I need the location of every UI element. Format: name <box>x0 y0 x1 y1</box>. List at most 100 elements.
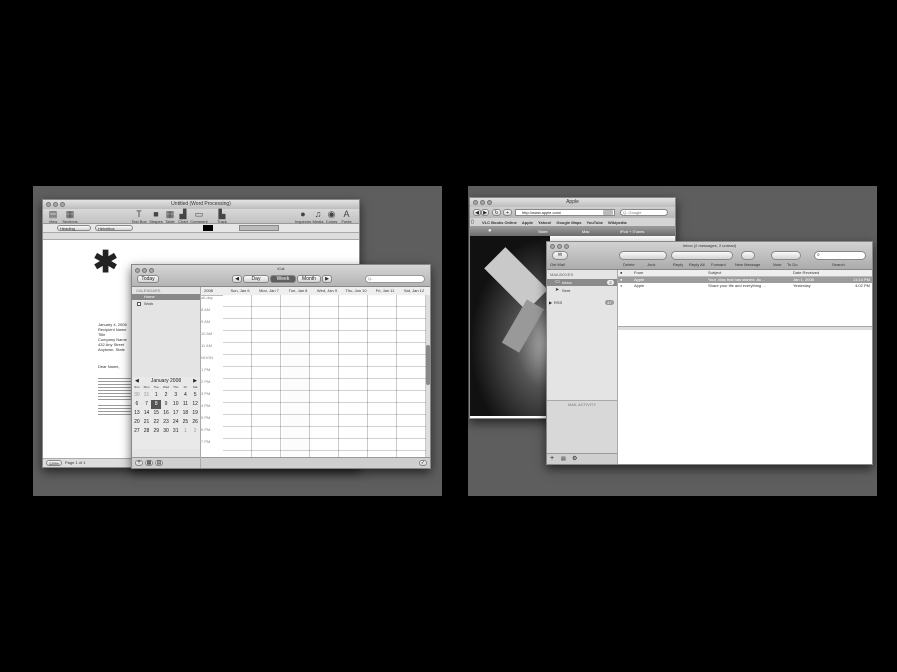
column-date-received[interactable]: Date Received <box>793 270 819 275</box>
mini-date[interactable]: 20 <box>132 418 142 427</box>
rss-group[interactable]: ▶ RSS 47 <box>547 299 617 306</box>
nav-mac[interactable]: Mac <box>582 229 590 234</box>
bookmark-vlc-books[interactable]: VLC Books Online <box>482 220 517 225</box>
mini-date[interactable]: 1 <box>151 391 161 400</box>
forward-icon[interactable]: ▶ <box>481 209 489 216</box>
nav-ipod-itunes[interactable]: iPod + iTunes <box>620 229 644 234</box>
new-message-label[interactable]: New Message <box>735 262 760 267</box>
mini-date[interactable]: 7 <box>142 400 152 409</box>
mini-date[interactable]: 26 <box>190 418 200 427</box>
colors-button[interactable]: ◉ Colors <box>325 210 338 225</box>
vertical-scrollbar[interactable] <box>426 295 430 458</box>
ical-search-field[interactable]: Q- <box>365 275 425 283</box>
mini-date[interactable]: 13 <box>132 409 142 418</box>
mini-date[interactable]: 11 <box>181 400 191 409</box>
zoom-icon[interactable] <box>60 202 65 207</box>
note-todo-group[interactable] <box>771 251 801 260</box>
close-icon[interactable] <box>473 200 478 205</box>
add-bookmark-icon[interactable]: + <box>503 209 512 216</box>
hour-grid[interactable] <box>223 295 426 458</box>
todo-label[interactable]: To Do <box>787 262 797 267</box>
day-header[interactable]: Sun, Jan 6 <box>225 288 255 293</box>
mini-date[interactable]: 15 <box>151 409 161 418</box>
zoom-select[interactable]: 125% <box>46 460 62 466</box>
previous-icon[interactable]: ◀ <box>232 275 242 283</box>
mini-date[interactable]: 6 <box>132 400 142 409</box>
paragraph-style-select[interactable]: Heading <box>57 225 91 231</box>
show-activity-icon[interactable]: ▤ <box>561 455 566 463</box>
notifications-icon[interactable]: ✓ <box>419 460 427 466</box>
forward-label[interactable]: Forward <box>711 262 726 267</box>
mini-date[interactable]: 12 <box>190 400 200 409</box>
mini-date[interactable]: 21 <box>142 418 152 427</box>
tab-month[interactable]: Month <box>297 275 321 283</box>
apple-logo-icon[interactable]: ● <box>488 228 492 234</box>
left-screen-thumbnail[interactable]: Untitled (Word Processing) ▤ View ▦ Sectio… <box>33 186 442 496</box>
mini-date[interactable]: 22 <box>151 418 161 427</box>
mini-date[interactable]: 2 <box>190 427 200 436</box>
reload-icon[interactable]: ↻ <box>492 209 501 216</box>
mini-date[interactable]: 16 <box>161 409 171 418</box>
column-subject[interactable]: Subject <box>708 270 721 275</box>
close-icon[interactable] <box>46 202 51 207</box>
sections-button[interactable]: ▦ Sections <box>61 210 79 225</box>
alignment-controls[interactable] <box>239 225 279 231</box>
mini-date[interactable]: 24 <box>171 418 181 427</box>
next-icon[interactable]: ▶ <box>322 275 332 283</box>
bookmark-youtube[interactable]: YouTube <box>587 220 604 225</box>
unread-column-icon[interactable]: ● <box>620 270 622 275</box>
minimize-icon[interactable] <box>53 202 58 207</box>
comment-button[interactable]: ▭ Comment <box>190 210 208 225</box>
bookmarks-icon[interactable]: ▯ <box>471 219 474 225</box>
day-header[interactable]: Thu, Jan 10 <box>341 288 371 293</box>
day-header[interactable]: Wed, Jan 9 <box>312 288 342 293</box>
mini-date[interactable]: 10 <box>171 400 181 409</box>
google-search-field[interactable]: Q- Google <box>620 209 668 216</box>
mini-date[interactable]: 31 <box>171 427 181 436</box>
mini-date[interactable]: 31 <box>142 391 152 400</box>
media-button[interactable]: ♫ Media <box>312 210 324 225</box>
message-row[interactable]: ● Apple Share your life and everything …… <box>618 283 872 289</box>
font-select[interactable]: Helvetica <box>95 225 133 231</box>
nav-store[interactable]: Store <box>538 229 548 234</box>
zoom-icon[interactable] <box>487 200 492 205</box>
text-box-button[interactable]: T Text Box <box>131 210 147 225</box>
mini-next-icon[interactable]: ▶ <box>193 378 197 384</box>
show-mini-month-icon[interactable]: ▦ <box>145 460 153 466</box>
delete-junk-group[interactable] <box>619 251 667 260</box>
add-mailbox-icon[interactable]: + <box>550 455 554 463</box>
delete-label[interactable]: Delete <box>623 262 635 267</box>
mini-date-selected[interactable]: 8 <box>151 400 162 409</box>
address-field[interactable]: http://www.apple.com/ <box>515 209 615 216</box>
mini-date[interactable]: 19 <box>190 409 200 418</box>
day-header[interactable]: Sat, Jan 12 <box>399 288 429 293</box>
bookmark-wikipedia[interactable]: Wikipedia <box>608 220 627 225</box>
mini-date[interactable]: 2 <box>161 391 171 400</box>
right-screen-thumbnail[interactable]: Apple ◀ ▶ ↻ + http://www.apple.com/ Q- G… <box>468 186 877 496</box>
add-calendar-icon[interactable]: + <box>135 460 143 466</box>
shapes-button[interactable]: ■ Shapes <box>149 210 163 225</box>
bookmark-apple[interactable]: Apple <box>522 220 533 225</box>
mini-date[interactable]: 9 <box>161 400 171 409</box>
inspector-button[interactable]: ● Inspector <box>295 210 311 225</box>
tab-week[interactable]: Week <box>270 275 296 283</box>
bookmark-yahoo[interactable]: Yahoo! <box>538 220 551 225</box>
calendar-item-work[interactable]: Work <box>132 301 200 307</box>
note-label[interactable]: Note <box>773 262 781 267</box>
table-button[interactable]: ▦ Table <box>164 210 176 225</box>
day-header[interactable]: Fri, Jan 11 <box>370 288 400 293</box>
mini-date[interactable]: 17 <box>171 409 181 418</box>
today-button[interactable]: Today <box>137 275 159 283</box>
mini-date[interactable]: 30 <box>132 391 142 400</box>
mini-date[interactable]: 30 <box>161 427 171 436</box>
reply-group[interactable] <box>671 251 733 260</box>
mini-date[interactable]: 1 <box>181 427 191 436</box>
minimize-icon[interactable] <box>480 200 485 205</box>
mini-date[interactable]: 25 <box>181 418 191 427</box>
mini-date[interactable]: 18 <box>181 409 191 418</box>
mailbox-inbox[interactable]: ▭ Inbox 2 <box>547 279 617 286</box>
day-header-today[interactable]: Tue, Jan 8 <box>283 288 313 293</box>
action-gear-icon[interactable]: ⚙ <box>572 455 577 463</box>
junk-label[interactable]: Junk <box>647 262 655 267</box>
reply-label[interactable]: Reply <box>673 262 683 267</box>
